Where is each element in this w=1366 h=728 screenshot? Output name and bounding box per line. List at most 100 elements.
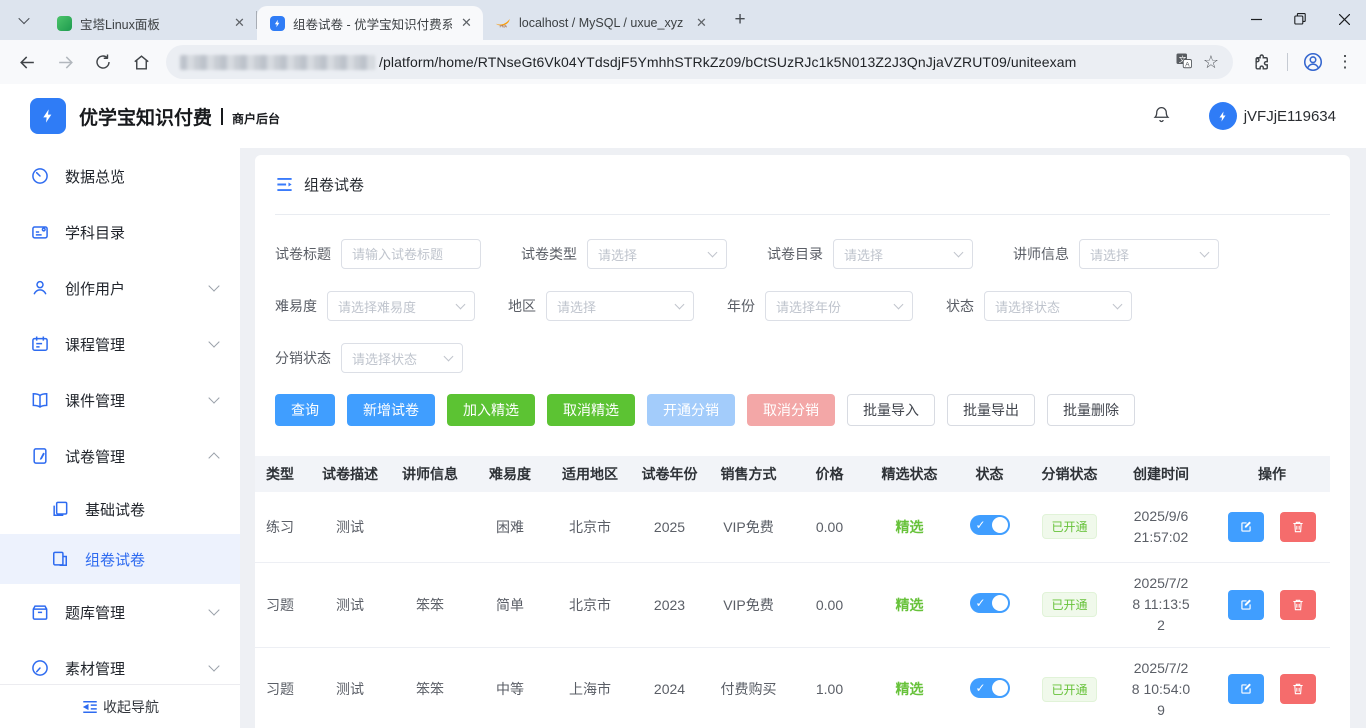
bookmark-star-icon[interactable]: ☆ (1203, 53, 1219, 71)
chevron-down-icon (953, 247, 964, 258)
brand-logo-bolt-icon (30, 98, 66, 134)
sidebar-item-label: 数据总览 (65, 168, 126, 186)
featured-status: 精选 (871, 492, 948, 563)
status-select[interactable]: 请选择状态 (984, 291, 1132, 321)
col-region: 适用地区 (550, 456, 630, 492)
col-distribution-status: 分销状态 (1031, 456, 1108, 492)
tab-title: localhost / MySQL / uxue_xyz (519, 16, 684, 30)
col-featured-status: 精选状态 (871, 456, 948, 492)
browser-tab-active[interactable]: 组卷试卷 - 优学宝知识付费系统 ✕ (257, 6, 483, 40)
status-toggle[interactable]: ✓ (969, 677, 1010, 698)
page-title-bar: 组卷试卷 (275, 155, 1330, 215)
chevron-down-icon (674, 299, 685, 310)
browser-tab-baota[interactable]: 宝塔Linux面板 ✕ (44, 6, 256, 40)
bolt-icon (269, 15, 285, 31)
teacher-info-select[interactable]: 请选择 (1079, 239, 1219, 269)
col-price: 价格 (788, 456, 871, 492)
minimize-button[interactable] (1234, 0, 1278, 38)
chevron-down-icon (208, 660, 220, 672)
user-avatar-bolt-icon[interactable] (1208, 102, 1237, 130)
tab-search-button[interactable] (10, 6, 38, 34)
collapse-nav-button[interactable]: 收起导航 (0, 684, 240, 728)
status-toggle[interactable]: ✓ (969, 593, 1010, 613)
new-tab-button[interactable]: + (726, 6, 754, 34)
search-button[interactable]: 查询 (275, 394, 335, 426)
close-icon[interactable]: ✕ (231, 15, 248, 32)
paper-type-select[interactable]: 请选择 (587, 239, 727, 269)
col-year: 试卷年份 (630, 456, 709, 492)
delete-button[interactable] (1280, 674, 1316, 704)
sidebar-item-exam-management[interactable]: 试卷管理 (0, 428, 240, 484)
sidebar-item-question-bank[interactable]: 题库管理 (0, 584, 240, 640)
sidebar-item-label: 课程管理 (65, 336, 126, 354)
add-paper-button[interactable]: 新增试卷 (347, 394, 435, 426)
col-difficulty: 难易度 (470, 456, 550, 492)
user-icon (30, 278, 50, 298)
profile-icon[interactable] (1297, 46, 1329, 78)
remove-featured-button[interactable]: 取消精选 (547, 394, 635, 426)
chevron-up-icon (208, 452, 220, 464)
svg-text:PMA: PMA (500, 25, 508, 29)
filter-label: 试卷标题 (275, 246, 331, 262)
sidebar-item-courseware-management[interactable]: 课件管理 (0, 372, 240, 428)
notification-bell-icon[interactable] (1152, 104, 1171, 129)
paper-title-input[interactable] (341, 239, 481, 269)
enable-distribution-button[interactable]: 开通分销 (647, 394, 735, 426)
menu-dots-icon[interactable]: ⋮ (1335, 46, 1355, 78)
sidebar-subitem-basic-papers[interactable]: 基础试卷 (0, 484, 240, 534)
browser-tab-strip: 宝塔Linux面板 ✕ 组卷试卷 - 优学宝知识付费系统 ✕ PMA local… (0, 0, 1366, 40)
add-featured-button[interactable]: 加入精选 (447, 394, 535, 426)
toolbar-separator (1287, 53, 1288, 71)
batch-import-button[interactable]: 批量导入 (847, 394, 935, 426)
material-circle-icon (30, 658, 50, 678)
url-bar[interactable]: /platform/home/RTNseGt6Vk04YTdsdjF5YmhhS… (166, 45, 1233, 79)
edit-button[interactable] (1228, 589, 1264, 620)
sidebar-subitem-label: 基础试卷 (85, 501, 146, 519)
difficulty-select[interactable]: 请选择难易度 (327, 291, 475, 321)
batch-delete-button[interactable]: 批量删除 (1047, 394, 1135, 426)
url-path: /platform/home/RTNseGt6Vk04YTdsdjF5YmhhS… (379, 54, 1077, 70)
username: jVFJjE119634 (1243, 107, 1336, 125)
forward-icon[interactable] (49, 46, 81, 78)
app-header: 优学宝知识付费 商户后台 jVFJjE119634 (0, 84, 1366, 148)
page-title: 组卷试卷 (304, 177, 365, 194)
edit-button[interactable] (1228, 674, 1264, 704)
back-icon[interactable] (11, 46, 43, 78)
table-row: 练习 测试 困难 北京市 2025 VIP免费 0.00 精选 ✓ 已开通 20… (255, 492, 1330, 563)
brand-divider (221, 107, 224, 125)
sidebar-item-course-management[interactable]: 课程管理 (0, 316, 240, 372)
translate-icon[interactable]: 文A (1175, 52, 1193, 73)
folder-box-icon (30, 602, 50, 622)
restore-button[interactable] (1278, 0, 1322, 38)
batch-export-button[interactable]: 批量导出 (947, 394, 1035, 426)
sidebar-item-label: 素材管理 (65, 660, 126, 678)
featured-status: 精选 (871, 647, 948, 728)
year-select[interactable]: 请选择年份 (765, 291, 913, 321)
region-select[interactable]: 请选择 (546, 291, 694, 321)
home-icon[interactable] (125, 46, 157, 78)
paper-catalog-select[interactable]: 请选择 (833, 239, 973, 269)
refresh-icon[interactable] (87, 46, 119, 78)
close-icon[interactable]: ✕ (693, 15, 710, 32)
close-icon[interactable]: ✕ (458, 15, 475, 32)
cancel-distribution-button[interactable]: 取消分销 (747, 394, 835, 426)
browser-tab-phpmyadmin[interactable]: PMA localhost / MySQL / uxue_xyz ✕ (483, 6, 718, 40)
sidebar-item-subject-catalog[interactable]: 学科目录 (0, 204, 240, 260)
col-teacher: 讲师信息 (390, 456, 470, 492)
filter-label: 地区 (508, 298, 536, 314)
content-area: 组卷试卷 试卷标题 试卷类型 请选择 试卷目录 请选择 (240, 148, 1366, 728)
close-window-button[interactable] (1322, 0, 1366, 38)
sidebar-item-creator-users[interactable]: 创作用户 (0, 260, 240, 316)
delete-button[interactable] (1280, 589, 1316, 620)
status-toggle[interactable]: ✓ (969, 515, 1010, 536)
distribution-status-select[interactable]: 请选择状态 (341, 343, 463, 373)
delete-button[interactable] (1280, 511, 1316, 542)
col-status: 状态 (948, 456, 1031, 492)
extensions-puzzle-icon[interactable] (1246, 46, 1278, 78)
exam-paper-pen-icon (30, 446, 50, 466)
sidebar-item-data-overview[interactable]: 数据总览 (0, 148, 240, 204)
catalog-card-icon (30, 222, 50, 242)
edit-button[interactable] (1228, 511, 1264, 542)
collapse-nav-label: 收起导航 (103, 698, 159, 715)
sidebar-subitem-assembled-papers[interactable]: 组卷试卷 (0, 534, 240, 584)
